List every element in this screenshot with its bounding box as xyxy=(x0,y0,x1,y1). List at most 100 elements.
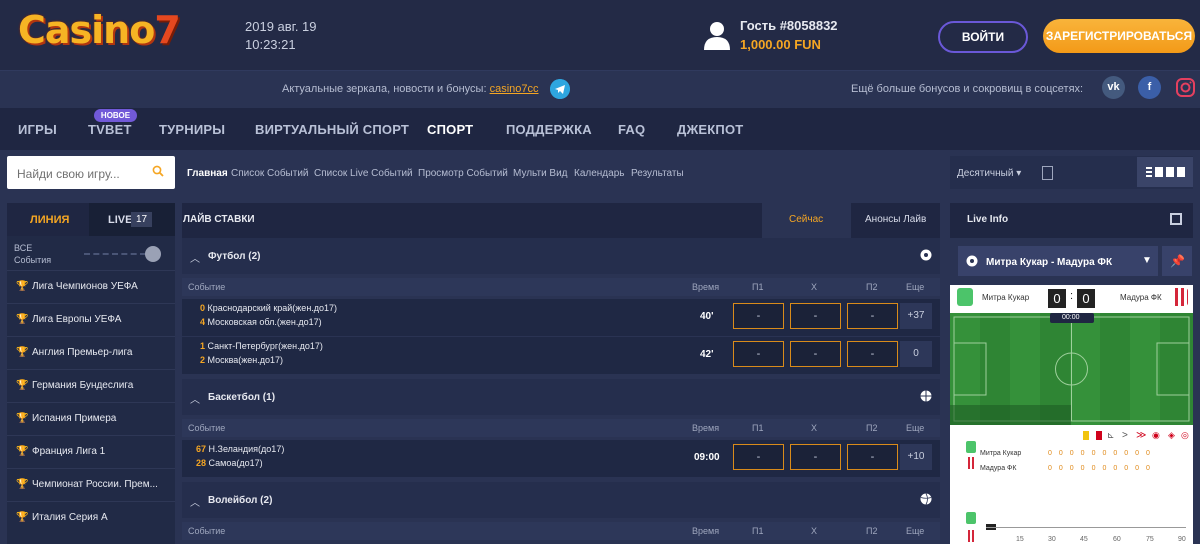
nav-games[interactable]: ИГРЫ xyxy=(18,122,57,137)
telegram-icon[interactable] xyxy=(550,79,570,99)
nav-jackpot[interactable]: ДЖЕКПОТ xyxy=(677,122,743,137)
nav-tournaments[interactable]: ТУРНИРЫ xyxy=(159,122,225,137)
calculator-icon[interactable] xyxy=(1042,166,1053,180)
timeline-tick: 45 xyxy=(1080,536,1088,543)
odd-p1[interactable]: - xyxy=(733,341,784,367)
col-time: Время xyxy=(692,423,720,433)
search-icon[interactable] xyxy=(152,165,164,177)
league-item[interactable]: 🏆 Чемпионат России. Прем... xyxy=(7,468,175,500)
sport-name: Футбол (2) xyxy=(208,251,261,262)
breadcrumb-live-events[interactable]: Список Live Событий xyxy=(314,168,413,179)
sport-header-volleyball[interactable] xyxy=(182,482,940,518)
league-item[interactable]: 🏆 Лига Чемпионов УЕФА xyxy=(7,270,175,302)
breadcrumb-events[interactable]: Список Событий xyxy=(231,168,309,179)
trophy-icon: 🏆 xyxy=(16,314,29,325)
col-p2: П2 xyxy=(866,423,878,433)
promo-link[interactable]: casino7cc xyxy=(490,83,539,95)
balance: 1,000.00 FUN xyxy=(740,37,821,52)
tab-now-label: Сейчас xyxy=(789,214,824,225)
breadcrumb-calendar[interactable]: Календарь xyxy=(574,168,624,179)
toggle-knob[interactable] xyxy=(145,246,161,262)
chevron-up-icon[interactable]: ︿ xyxy=(190,494,200,509)
away-stats: 0000000000 xyxy=(1048,465,1157,472)
chevron-up-icon[interactable]: ︿ xyxy=(190,391,200,406)
more-bets[interactable]: +37 xyxy=(900,303,932,329)
league-item[interactable]: 🏆 Италия Серия А xyxy=(7,501,175,533)
attack-icon: > xyxy=(1122,430,1128,441)
col-event: Событие xyxy=(188,282,226,292)
away-team: Мадура ФК xyxy=(1120,293,1162,302)
more-bets[interactable]: 0 xyxy=(900,341,932,367)
odd-p1[interactable]: - xyxy=(733,303,784,329)
login-button[interactable]: ВОЙТИ xyxy=(938,21,1028,53)
odds-format-select[interactable]: Десятичный ▾ xyxy=(957,168,1021,179)
league-item[interactable]: 🏆 Германия Бундеслига xyxy=(7,369,175,401)
odd-x[interactable]: - xyxy=(790,444,841,470)
more-bets[interactable]: +10 xyxy=(900,444,932,470)
odd-x[interactable]: - xyxy=(790,303,841,329)
breadcrumb-view[interactable]: Просмотр Событий xyxy=(418,168,508,179)
odd-p1[interactable]: - xyxy=(733,444,784,470)
chevron-down-icon[interactable]: ▼ xyxy=(1142,255,1152,266)
col-p1: П1 xyxy=(752,282,764,292)
league-item[interactable]: 🏆 Франция Лига 1 xyxy=(7,435,175,467)
breadcrumb-results[interactable]: Результаты xyxy=(631,168,684,179)
sport-header-basketball[interactable] xyxy=(182,379,940,415)
new-badge: НОВОЕ xyxy=(94,109,137,122)
tab-announce[interactable]: Анонсы Лайв xyxy=(865,214,926,225)
odd-p2[interactable]: - xyxy=(847,303,898,329)
away-score: 0 xyxy=(1077,289,1095,308)
datetime: 2019 авг. 19 10:23:21 xyxy=(245,19,317,52)
odd-x[interactable]: - xyxy=(790,341,841,367)
col-x: Х xyxy=(811,423,818,433)
facebook-icon[interactable]: f xyxy=(1138,76,1161,99)
user-icon xyxy=(704,22,730,50)
breadcrumb-home[interactable]: Главная xyxy=(187,168,228,179)
search-input[interactable]: Найди свою игру... xyxy=(17,167,120,181)
league-item[interactable]: 🏆 Испания Примера xyxy=(7,402,175,434)
team-away: 4 Московская обл.(жен.до17) xyxy=(200,317,322,327)
odd-p2[interactable]: - xyxy=(847,341,898,367)
nav-faq[interactable]: FAQ xyxy=(618,122,645,137)
team-away: 2 Москва(жен.до17) xyxy=(200,355,284,365)
expand-icon[interactable] xyxy=(1170,213,1182,225)
live-info-title: Live Info xyxy=(967,214,1009,225)
danger-icon: ≫ xyxy=(1136,430,1147,441)
nav-support[interactable]: ПОДДЕРЖКА xyxy=(506,122,592,137)
match-name: Митра Кукар - Мадура ФК xyxy=(986,257,1113,268)
team-home: 1 Санкт-Петербург(жен.до17) xyxy=(200,341,323,351)
col-p1: П1 xyxy=(752,526,764,536)
nav-virtual-sport[interactable]: ВИРТУАЛЬНЫЙ СПОРТ xyxy=(255,122,409,137)
team-home: 0 Краснодарский край(жен.до17) xyxy=(200,303,338,313)
jersey-away-icon xyxy=(1172,288,1188,306)
jersey-home-icon xyxy=(957,288,973,306)
event-time: 42' xyxy=(700,349,714,360)
col-x: Х xyxy=(811,526,818,536)
col-more: Еще xyxy=(906,423,925,433)
team-away: 28 Самоа(до17) xyxy=(196,458,263,468)
timeline-tick: 90 xyxy=(1178,536,1186,543)
col-more: Еще xyxy=(906,282,925,292)
league-item[interactable]: 🏆 Англия Премьер-лига xyxy=(7,336,175,368)
sport-header-football[interactable] xyxy=(182,238,940,274)
view-mode-icon[interactable] xyxy=(1137,157,1193,187)
shot-on-icon: ◉ xyxy=(1152,430,1160,440)
vk-icon[interactable]: vk xyxy=(1102,76,1125,99)
trophy-icon: 🏆 xyxy=(16,413,29,424)
column-header xyxy=(182,278,940,296)
home-score: 0 xyxy=(1048,289,1066,308)
league-item[interactable]: 🏆 Лига Европы УЕФА xyxy=(7,303,175,335)
col-time: Время xyxy=(692,282,720,292)
trophy-icon: 🏆 xyxy=(16,479,29,490)
all-events-toggle[interactable] xyxy=(84,253,146,255)
breadcrumb-multiview[interactable]: Мульти Вид xyxy=(513,168,568,179)
register-button[interactable]: ЗАРЕГИСТРИРОВАТЬСЯ xyxy=(1043,19,1195,53)
nav-sport[interactable]: СПОРТ xyxy=(427,122,473,137)
instagram-icon[interactable] xyxy=(1174,76,1197,99)
logo[interactable]: Casino7 xyxy=(18,8,181,52)
jersey-home-icon xyxy=(966,441,976,453)
chevron-up-icon[interactable]: ︿ xyxy=(190,250,200,265)
timeline-tick: 30 xyxy=(1048,536,1056,543)
odd-p2[interactable]: - xyxy=(847,444,898,470)
nav-tvbet[interactable]: TVBET xyxy=(88,122,132,137)
